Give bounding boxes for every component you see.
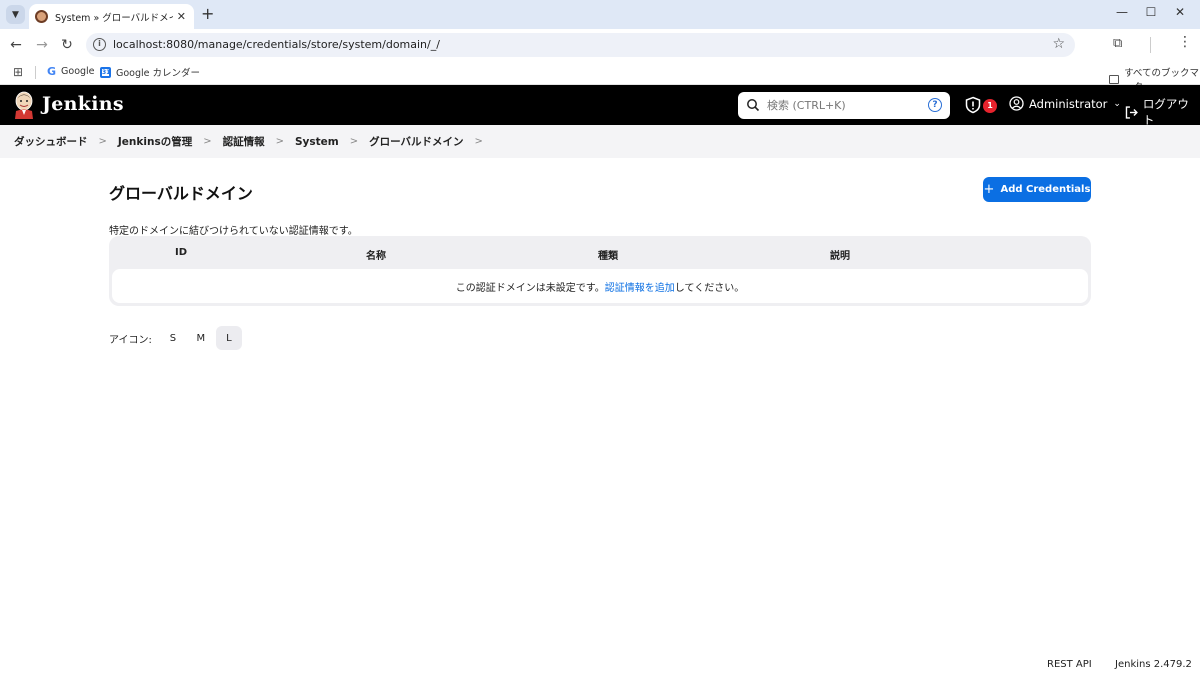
table-empty-row: この認証ドメインは未設定です。 認証情報を追加 してください。	[112, 269, 1088, 303]
new-tab-icon[interactable]: +	[201, 6, 214, 22]
minimize-icon[interactable]: —	[1112, 5, 1132, 19]
chevron-right-icon: >	[203, 136, 212, 147]
breadcrumb-system[interactable]: System	[295, 136, 339, 148]
address-url[interactable]: localhost:8080/manage/credentials/store/…	[113, 38, 440, 51]
forward-icon[interactable]: →	[34, 37, 50, 53]
browser-menu-icon[interactable]: ⋮	[1178, 34, 1192, 50]
tab-close-icon[interactable]: ✕	[177, 10, 186, 23]
page-title: グローバルドメイン	[109, 184, 253, 203]
bookmark-calendar-label: Google カレンダー	[116, 68, 201, 79]
alert-count-badge[interactable]: 1	[983, 99, 997, 113]
breadcrumb-manage-jenkins[interactable]: Jenkinsの管理	[118, 134, 192, 149]
bookmark-google-calendar[interactable]: 31 Google カレンダー	[100, 65, 200, 79]
logout-button[interactable]: ログアウト	[1124, 96, 1200, 128]
column-header-description[interactable]: 説明	[830, 247, 850, 262]
bookmark-google[interactable]: G Google	[47, 65, 95, 78]
logout-icon	[1125, 105, 1138, 119]
domain-description: 特定のドメインに結びつけられていない認証情報です。	[109, 226, 358, 237]
breadcrumb-global-domain[interactable]: グローバルドメイン	[369, 134, 463, 149]
column-header-id[interactable]: ID	[175, 247, 187, 258]
jenkins-favicon-icon	[35, 10, 48, 23]
chevron-right-icon: >	[98, 136, 107, 147]
user-name[interactable]: Administrator	[1029, 97, 1107, 111]
empty-message-prefix: この認証ドメインは未設定です。	[455, 282, 605, 294]
chevron-right-icon: >	[349, 136, 359, 147]
back-icon[interactable]: ←	[8, 37, 24, 53]
security-shield-icon[interactable]	[964, 96, 982, 114]
jenkins-butler-icon[interactable]	[13, 91, 35, 119]
icon-size-l[interactable]: L	[215, 326, 242, 350]
jenkins-search-box[interactable]: ?	[738, 92, 950, 119]
breadcrumb-credentials[interactable]: 認証情報	[223, 134, 265, 149]
extensions-icon[interactable]: ⧉	[1113, 36, 1122, 51]
search-help-icon[interactable]: ?	[928, 98, 942, 112]
reload-icon[interactable]: ↻	[59, 37, 75, 53]
bookmarks-bar: ⊞ G Google 31 Google カレンダー すべてのブックマーク	[0, 61, 1200, 93]
bookmarks-divider	[35, 66, 36, 79]
user-menu[interactable]: Administrator ⌄	[1009, 96, 1121, 111]
bookmark-google-label: Google	[61, 66, 95, 77]
browser-tabstrip: ▼ System » グローバルドメイン [Jenkins] ✕ + — ☐ ✕	[0, 0, 1200, 29]
search-icon	[747, 99, 760, 112]
site-info-icon[interactable]: i	[93, 38, 106, 51]
breadcrumb-dashboard[interactable]: ダッシュボード	[14, 134, 88, 149]
icon-size-label: アイコン:	[109, 334, 152, 346]
toolbar-divider	[1150, 37, 1151, 53]
address-bar[interactable]: i localhost:8080/manage/credentials/stor…	[86, 33, 1075, 57]
calendar-icon: 31	[100, 66, 111, 78]
tab-search-icon[interactable]: ▼	[6, 5, 25, 24]
maximize-icon[interactable]: ☐	[1141, 5, 1161, 19]
window-close-icon[interactable]: ✕	[1170, 5, 1190, 19]
column-header-kind[interactable]: 種類	[598, 247, 618, 262]
add-credentials-link[interactable]: 認証情報を追加	[605, 279, 675, 294]
rest-api-link[interactable]: REST API	[1047, 659, 1092, 670]
google-icon: G	[47, 65, 57, 78]
empty-message-suffix: してください。	[674, 282, 745, 294]
chevron-right-icon[interactable]: >	[475, 136, 483, 147]
bookmark-star-icon[interactable]: ☆	[1052, 36, 1065, 52]
icon-size-m[interactable]: M	[188, 326, 214, 350]
add-credentials-label: Add Credentials	[1000, 184, 1091, 195]
icon-size-selector: アイコン: S M L	[109, 326, 242, 350]
jenkins-version-link[interactable]: Jenkins 2.479.2	[1115, 659, 1192, 670]
plus-icon: +	[983, 182, 995, 197]
tab-title: System » グローバルドメイン [Jenkins]	[55, 12, 173, 24]
jenkins-logo-text[interactable]: Jenkins	[42, 93, 124, 115]
search-input[interactable]	[767, 97, 917, 114]
jenkins-header: Jenkins ? 1 Administrator ⌄ ログアウト	[0, 85, 1200, 128]
icon-size-s[interactable]: S	[160, 326, 186, 350]
column-header-name[interactable]: 名称	[366, 247, 386, 262]
add-credentials-button[interactable]: + Add Credentials	[983, 177, 1091, 202]
browser-toolbar: ← → ↻ i localhost:8080/manage/credential…	[0, 29, 1200, 61]
folder-icon	[1109, 74, 1120, 84]
breadcrumb: ダッシュボード > Jenkinsの管理 > 認証情報 > System > グ…	[0, 125, 1200, 158]
user-avatar-icon	[1009, 96, 1024, 111]
credentials-table: ID 名称 種類 説明 この認証ドメインは未設定です。 認証情報を追加 してくだ…	[109, 236, 1091, 306]
logout-label[interactable]: ログアウト	[1143, 96, 1200, 128]
browser-tab-active[interactable]: System » グローバルドメイン [Jenkins] ✕	[29, 4, 194, 29]
chevron-down-icon[interactable]: ⌄	[1113, 99, 1121, 109]
apps-grid-icon[interactable]: ⊞	[13, 65, 23, 79]
chevron-right-icon: >	[275, 136, 284, 147]
